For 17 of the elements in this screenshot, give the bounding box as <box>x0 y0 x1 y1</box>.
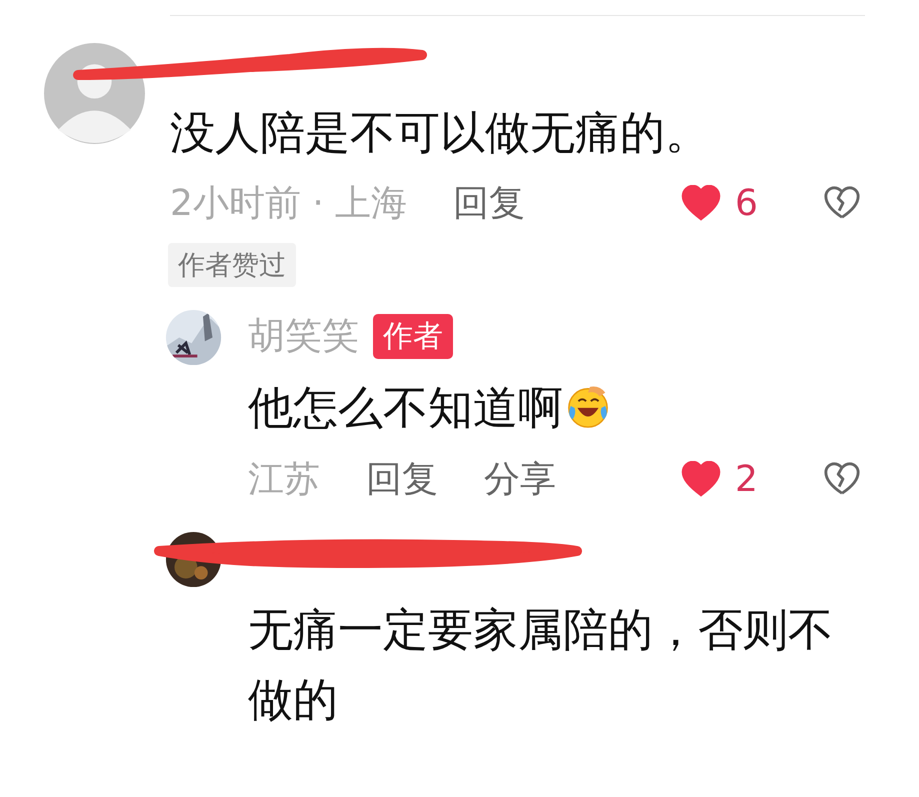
broken-heart-icon[interactable] <box>823 185 861 221</box>
reply-link[interactable]: 回复 <box>366 454 438 504</box>
heart-icon[interactable] <box>681 461 721 497</box>
default-avatar-icon <box>44 43 145 144</box>
author-tag: 作者 <box>373 314 453 358</box>
like-count: 6 <box>735 182 758 224</box>
like-count: 2 <box>735 458 758 500</box>
reply-location: 江苏 <box>248 458 320 502</box>
share-link[interactable]: 分享 <box>484 454 556 504</box>
reply-text: 无痛一定要家属陪的，否则不做的 <box>248 602 834 728</box>
comment-text: 没人陪是不可以做无痛的。 <box>170 105 711 161</box>
broken-heart-icon[interactable] <box>823 461 861 497</box>
reply-link[interactable]: 回复 <box>453 178 526 228</box>
heart-icon[interactable] <box>681 185 721 221</box>
reply-text: 他怎么不知道啊 <box>248 373 865 443</box>
comment-time-location: 2小时前 · 上海 <box>170 182 408 226</box>
author-liked-badge: 作者赞过 <box>168 243 296 287</box>
